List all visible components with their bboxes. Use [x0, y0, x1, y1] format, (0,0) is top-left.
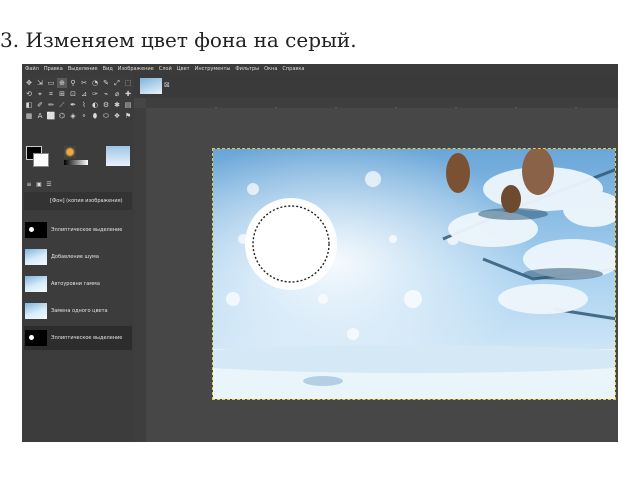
- menu-select[interactable]: Выделение: [68, 66, 98, 72]
- perspective-tool-icon[interactable]: ⌗: [46, 89, 56, 99]
- toolbox: ✥ ⇲ ▭ ⊕ ⚲ ✂ ◔ ✎ ⤢ ⬚ ⟲ ⌖ ⌗ ⊞ ⊡ ⊿ ✑ ⌁ ⌀ ✚ …: [24, 78, 132, 121]
- history-item-label: Автоуровни гамма: [51, 281, 100, 287]
- history-thumbnail: [25, 330, 47, 346]
- foreground-select-icon[interactable]: ⬜: [46, 111, 56, 121]
- move-tool-icon[interactable]: ✥: [24, 78, 34, 88]
- drop-tool-icon[interactable]: ⬭: [101, 111, 111, 121]
- text-tool-icon[interactable]: A: [35, 111, 45, 121]
- color-swatches: [26, 146, 130, 176]
- ellipse-select-tool-icon[interactable]: ⊕: [57, 78, 67, 88]
- history-list: [Фон] (копия изображения) Эллиптическое …: [24, 192, 132, 353]
- menu-image[interactable]: Изображение: [118, 66, 154, 72]
- history-item[interactable]: Добавление шума: [24, 245, 132, 269]
- heal-tool-icon[interactable]: ✚: [123, 89, 133, 99]
- history-item[interactable]: Автоуровни гамма: [24, 272, 132, 296]
- layers-tab-icon[interactable]: ▣: [35, 180, 43, 188]
- warp-tool-icon[interactable]: ✑: [90, 89, 100, 99]
- scale-tool-icon[interactable]: ⤢: [112, 78, 122, 88]
- blur-tool-icon[interactable]: ⚬: [79, 111, 89, 121]
- history-item[interactable]: Эллиптическое выделение: [24, 218, 132, 242]
- history-item-label: Добавление шума: [51, 254, 99, 260]
- rotate-tool-icon[interactable]: ⟲: [24, 89, 34, 99]
- gradient-tool-icon[interactable]: ◧: [24, 100, 34, 110]
- history-item-label: Эллиптическое выделение: [51, 335, 123, 341]
- history-item-base[interactable]: [Фон] (копия изображения): [24, 192, 132, 210]
- image-tab-bar: ⊠: [134, 74, 618, 98]
- cage-tool-icon[interactable]: ⊡: [68, 89, 78, 99]
- unified-transform-icon[interactable]: ⌀: [112, 89, 122, 99]
- gradient-preview[interactable]: [64, 160, 88, 165]
- mypaint-tool-icon[interactable]: ⌇: [79, 100, 89, 110]
- winter-photo-canvas[interactable]: [212, 148, 616, 400]
- menu-layer[interactable]: Слой: [159, 66, 172, 72]
- menu-edit[interactable]: Правка: [44, 66, 63, 72]
- menu-color[interactable]: Цвет: [177, 66, 190, 72]
- zoom-tool-icon[interactable]: ◈: [68, 111, 78, 121]
- eraser-tool-icon[interactable]: ▦: [24, 111, 34, 121]
- menu-filters[interactable]: Фильтры: [235, 66, 259, 72]
- align-tool-icon[interactable]: ⇲: [35, 78, 45, 88]
- paths-tool-icon[interactable]: ✎: [101, 78, 111, 88]
- menu-file[interactable]: Файл: [25, 66, 39, 72]
- background-color[interactable]: [33, 153, 49, 167]
- shear-tool-icon[interactable]: ⊿: [79, 89, 89, 99]
- crop-tool-icon[interactable]: ⬚: [123, 78, 133, 88]
- measure-tool-icon[interactable]: ⌖: [35, 89, 45, 99]
- smudge-tool-icon[interactable]: ⚙: [101, 100, 111, 110]
- menu-bar: Файл Правка Выделение Вид Изображение Сл…: [22, 64, 618, 74]
- pencil-tool-icon[interactable]: ✐: [35, 100, 45, 110]
- history-thumbnail: [25, 276, 47, 292]
- brush-tool-icon[interactable]: ✏: [46, 100, 56, 110]
- history-item-label: Замена одного цвета: [51, 308, 108, 314]
- winter-photo: [213, 149, 615, 399]
- image-tab-thumbnail[interactable]: [140, 78, 162, 94]
- menu-windows[interactable]: Окна: [264, 66, 277, 72]
- menu-tools[interactable]: Инструменты: [195, 66, 231, 72]
- menu-help[interactable]: Справка: [282, 66, 304, 72]
- clone-tool-icon[interactable]: ✱: [112, 100, 122, 110]
- layers-dock-tabs: ≡ ▣ ☰: [25, 180, 53, 188]
- by-color-select-icon[interactable]: ❖: [112, 111, 122, 121]
- history-item[interactable]: Замена одного цвета: [24, 299, 132, 323]
- color-picker-icon[interactable]: ⌬: [57, 111, 67, 121]
- rect-select-tool-icon[interactable]: ▭: [46, 78, 56, 88]
- history-thumbnail: [25, 303, 47, 319]
- history-thumbnail: [25, 222, 47, 238]
- history-thumbnail: [25, 249, 47, 265]
- close-tab-icon[interactable]: ⊠: [164, 81, 170, 89]
- history-tab-icon[interactable]: ≡: [25, 180, 33, 188]
- free-select-tool-icon[interactable]: ⚲: [68, 78, 78, 88]
- instruction-heading: 3. Изменяем цвет фона на серый.: [0, 28, 357, 52]
- pattern-preview[interactable]: [106, 146, 130, 166]
- channels-tab-icon[interactable]: ☰: [45, 180, 53, 188]
- flip-tool-icon[interactable]: ⌁: [101, 89, 111, 99]
- history-item-label: Эллиптическое выделение: [51, 227, 123, 233]
- gegl-tool-icon[interactable]: ⚑: [123, 111, 133, 121]
- gimp-window: Файл Правка Выделение Вид Изображение Сл…: [22, 64, 618, 442]
- fill-tool-icon[interactable]: ▤: [123, 100, 133, 110]
- ink-tool-icon[interactable]: ✒: [68, 100, 78, 110]
- transform-tool-icon[interactable]: ⊞: [57, 89, 67, 99]
- bucket-tool-icon[interactable]: ⬮: [90, 111, 100, 121]
- brush-preview[interactable]: [64, 146, 76, 158]
- fuzzy-select-tool-icon[interactable]: ◔: [90, 78, 100, 88]
- dodge-tool-icon[interactable]: ◐: [90, 100, 100, 110]
- menu-view[interactable]: Вид: [103, 66, 113, 72]
- left-dock: ✥ ⇲ ▭ ⊕ ⚲ ✂ ◔ ✎ ⤢ ⬚ ⟲ ⌖ ⌗ ⊞ ⊡ ⊿ ✑ ⌁ ⌀ ✚ …: [22, 74, 134, 442]
- history-item-label: [Фон] (копия изображения): [50, 198, 123, 204]
- history-item-selected[interactable]: Эллиптическое выделение: [24, 326, 132, 350]
- airbrush-tool-icon[interactable]: ⟋: [57, 100, 67, 110]
- scissors-tool-icon[interactable]: ✂: [79, 78, 89, 88]
